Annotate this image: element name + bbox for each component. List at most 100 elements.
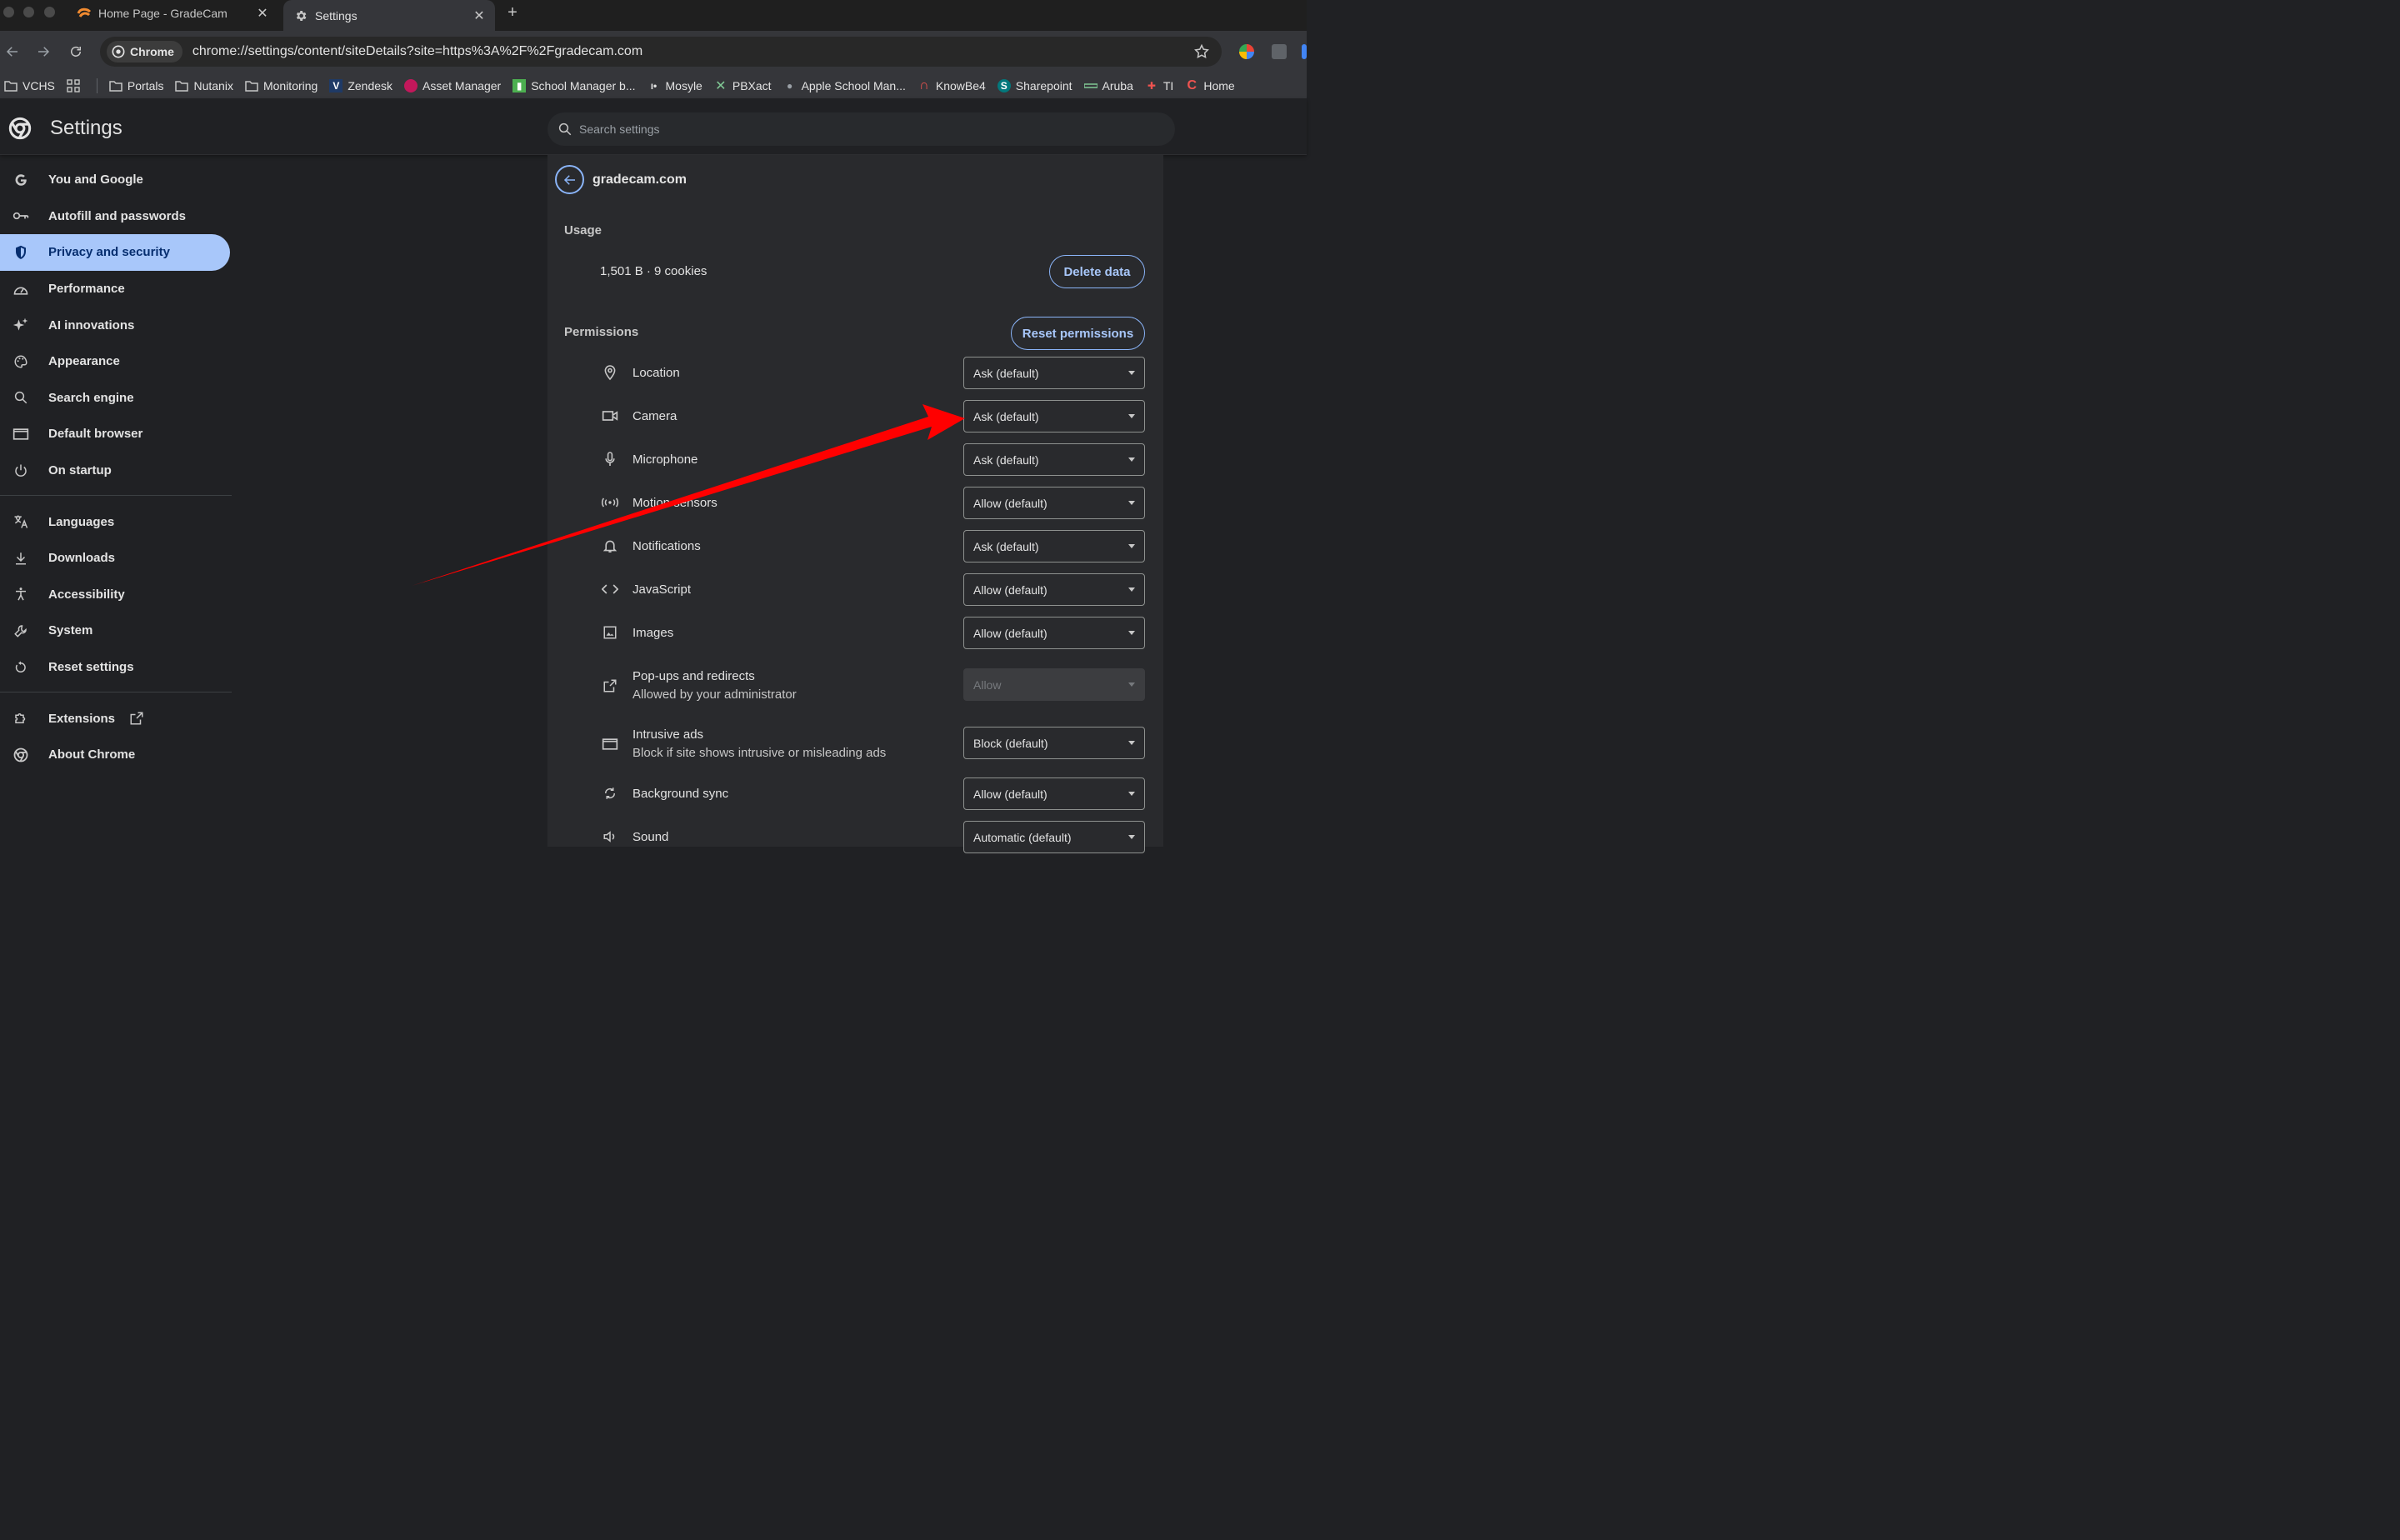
sidebar-item-system[interactable]: System bbox=[0, 612, 232, 649]
sidebar-item-search-engine[interactable]: Search engine bbox=[0, 380, 232, 417]
usage-heading: Usage bbox=[564, 223, 602, 238]
search-input[interactable] bbox=[579, 122, 1146, 136]
search-settings-box[interactable] bbox=[548, 112, 1175, 146]
gradecam-favicon-icon bbox=[77, 6, 92, 21]
pbxact-icon: ✕ bbox=[715, 78, 727, 93]
sidebar-item-extensions[interactable]: Extensions bbox=[0, 700, 232, 737]
sidebar-item-ai-innovations[interactable]: AI innovations bbox=[0, 307, 232, 343]
bookmark-asset-manager[interactable]: Asset Manager bbox=[404, 78, 501, 92]
speedometer-icon bbox=[12, 281, 29, 298]
bookmark-apple-school-manager[interactable]: ● Apple School Man... bbox=[783, 79, 906, 92]
bookmark-school-manager[interactable]: ▮ School Manager b... bbox=[512, 78, 636, 92]
permission-label: Camera bbox=[632, 409, 678, 423]
extension-wrench-icon[interactable] bbox=[1272, 44, 1287, 59]
permission-select-intrusive-ads[interactable]: Block (default) bbox=[963, 727, 1145, 759]
permission-select-motion-sensors[interactable]: Allow (default) bbox=[963, 487, 1145, 519]
permission-label: Images bbox=[632, 626, 674, 640]
window-close-dot[interactable] bbox=[3, 7, 14, 18]
permission-select-microphone[interactable]: Ask (default) bbox=[963, 443, 1145, 476]
sidebar-item-reset-settings[interactable]: Reset settings bbox=[0, 649, 232, 686]
dropdown-caret-icon bbox=[1128, 682, 1135, 687]
bookmark-home[interactable]: C Home bbox=[1185, 78, 1235, 92]
dropdown-caret-icon bbox=[1128, 792, 1135, 796]
camera-icon bbox=[601, 407, 619, 425]
bookmarks-bar: VCHS Portals Nutanix Monitoring V Zendes… bbox=[0, 72, 1307, 98]
code-icon bbox=[601, 580, 619, 598]
url-text[interactable]: chrome://settings/content/siteDetails?si… bbox=[192, 44, 642, 59]
sidebar-item-appearance[interactable]: Appearance bbox=[0, 343, 232, 380]
bookmark-ti[interactable]: ✚ TI bbox=[1145, 79, 1173, 92]
bookmark-portals[interactable]: Portals bbox=[109, 79, 163, 92]
sidebar-item-on-startup[interactable]: On startup bbox=[0, 452, 232, 489]
sidebar-item-you-and-google[interactable]: You and Google bbox=[0, 162, 232, 198]
translate-icon bbox=[12, 513, 29, 530]
permission-select-background-sync[interactable]: Allow (default) bbox=[963, 778, 1145, 810]
sidebar-item-downloads[interactable]: Downloads bbox=[0, 540, 232, 577]
tab-title: Settings bbox=[315, 8, 358, 22]
sidebar-item-privacy-and-security[interactable]: Privacy and security bbox=[0, 234, 230, 271]
folder-icon bbox=[175, 79, 189, 92]
bookmark-pbxact[interactable]: ✕ PBXact bbox=[714, 78, 771, 93]
permission-select-images[interactable]: Allow (default) bbox=[963, 617, 1145, 649]
permission-select-sound[interactable]: Automatic (default) bbox=[963, 821, 1145, 853]
palette-icon bbox=[12, 353, 29, 370]
bookmark-aruba[interactable]: Aruba bbox=[1083, 79, 1133, 92]
apple-icon: ● bbox=[786, 79, 793, 92]
permission-label: Motion sensors bbox=[632, 496, 718, 510]
permission-label: Location bbox=[632, 366, 680, 380]
permission-select-location[interactable]: Ask (default) bbox=[963, 357, 1145, 389]
reset-permissions-button[interactable]: Reset permissions bbox=[1011, 317, 1145, 350]
address-bar[interactable]: Chrome chrome://settings/content/siteDet… bbox=[100, 37, 1222, 67]
reload-icon[interactable] bbox=[65, 41, 87, 62]
tab-settings[interactable]: Settings ✕ bbox=[283, 0, 495, 31]
tab-gradecam[interactable]: Home Page - GradeCam ✕ bbox=[67, 0, 278, 26]
bookmark-vchs[interactable]: VCHS bbox=[4, 79, 55, 92]
ti-icon: ✚ bbox=[1147, 79, 1156, 92]
chrome-logo-icon bbox=[8, 117, 32, 144]
back-button[interactable] bbox=[555, 165, 584, 194]
window-zoom-dot[interactable] bbox=[44, 7, 55, 18]
bookmark-star-icon[interactable] bbox=[1193, 43, 1210, 60]
new-tab-plus-icon[interactable]: + bbox=[503, 3, 522, 22]
sidebar-item-performance[interactable]: Performance bbox=[0, 271, 232, 308]
mosyle-icon: ı• bbox=[650, 79, 658, 92]
ads-icon bbox=[601, 735, 619, 753]
sidebar-item-languages[interactable]: Languages bbox=[0, 503, 232, 540]
sound-icon bbox=[601, 828, 619, 846]
school-manager-icon: ▮ bbox=[512, 78, 527, 92]
sparkle-icon bbox=[12, 317, 29, 333]
permission-select-camera[interactable]: Ask (default) bbox=[963, 400, 1145, 432]
close-tab-icon[interactable]: ✕ bbox=[253, 4, 272, 22]
browser-window-icon bbox=[12, 426, 29, 442]
microphone-icon bbox=[601, 450, 619, 468]
bookmark-monitoring[interactable]: Monitoring bbox=[245, 79, 318, 92]
bookmark-mosyle[interactable]: ı• Mosyle bbox=[648, 79, 702, 92]
asset-manager-icon bbox=[404, 78, 418, 92]
site-info-chip[interactable]: Chrome bbox=[107, 41, 182, 62]
bookmark-zendesk[interactable]: V Zendesk bbox=[329, 78, 392, 92]
extension-1-icon[interactable] bbox=[1239, 44, 1254, 59]
permission-label: Notifications bbox=[632, 539, 701, 553]
sidebar-item-accessibility[interactable]: Accessibility bbox=[0, 577, 232, 613]
bookmark-separator bbox=[96, 78, 98, 93]
delete-data-button[interactable]: Delete data bbox=[1049, 255, 1145, 288]
permission-select-popups: Allow bbox=[963, 668, 1145, 701]
permission-select-notifications[interactable]: Ask (default) bbox=[963, 530, 1145, 562]
permission-select-javascript[interactable]: Allow (default) bbox=[963, 573, 1145, 606]
bookmark-sharepoint[interactable]: S Sharepoint bbox=[997, 78, 1072, 92]
shield-icon bbox=[12, 244, 29, 261]
extension-3-icon[interactable] bbox=[1302, 44, 1307, 59]
bookmark-nutanix[interactable]: Nutanix bbox=[175, 79, 233, 92]
home-icon: C bbox=[1187, 78, 1198, 92]
dropdown-caret-icon bbox=[1128, 458, 1135, 462]
sidebar-item-default-browser[interactable]: Default browser bbox=[0, 416, 232, 452]
back-arrow-icon[interactable] bbox=[2, 41, 23, 62]
window-minimize-dot[interactable] bbox=[23, 7, 34, 18]
sidebar-item-autofill[interactable]: Autofill and passwords bbox=[0, 198, 232, 235]
close-tab-icon[interactable]: ✕ bbox=[470, 7, 488, 25]
forward-arrow-icon[interactable] bbox=[32, 41, 54, 62]
bookmark-apps[interactable] bbox=[67, 78, 85, 92]
search-icon bbox=[558, 122, 572, 137]
bookmark-knowbe4[interactable]: ∩ KnowBe4 bbox=[918, 78, 986, 92]
sidebar-item-about-chrome[interactable]: About Chrome bbox=[0, 737, 232, 773]
